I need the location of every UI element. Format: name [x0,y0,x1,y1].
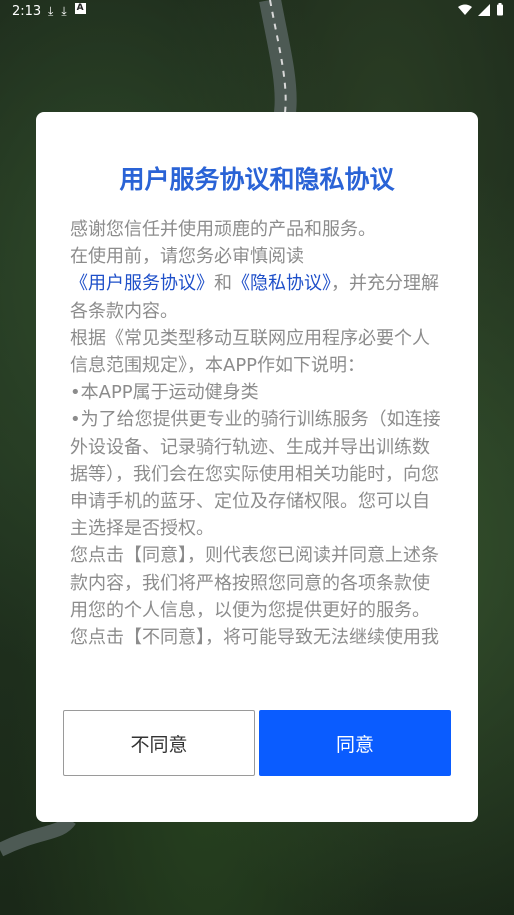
battery-icon [497,3,503,16]
bullet-text: 为了给您提供更专业的骑行训练服务（如连接外设设备、记录骑行轨迹、生成并导出训练数… [70,409,441,540]
dialog-title: 用户服务协议和隐私协议 [119,165,395,194]
agreement-text[interactable]: 感谢您信任并使用顽鹿的产品和服务。 在使用前，请您务必审慎阅读《用户服务协议》和… [70,216,446,652]
bullet-marker: • [70,382,81,404]
signal-icon [478,3,490,16]
read-notice-prefix: 在使用前，请您务必审慎阅读 [70,246,304,268]
download-icon: ⤓ [48,4,54,18]
regulation-paragraph: 根据《常见类型移动互联网应用程序必要个人信息范围规定》，本APP作如下说明： [70,327,430,377]
notification-icons: ⤓ ⤓ A [48,3,86,19]
privacy-agreement-link[interactable]: 《隐私协议》 [232,273,331,294]
download-icon: ⤓ [61,4,67,18]
status-bar: 2:13 ⤓ ⤓ A [0,0,514,24]
agree-button[interactable]: 同意 [259,710,451,776]
consent-paragraph: 您点击【同意】，则代表您已阅读并同意上述条款内容，我们将严格按照您同意的各项条款… [70,545,439,649]
system-icons [458,3,504,16]
bullet-item-permissions: •为了给您提供更专业的骑行训练服务（如连接外设设备、记录骑行轨迹、生成并导出训练… [70,406,446,542]
read-notice-paragraph: 在使用前，请您务必审慎阅读《用户服务协议》和《隐私协议》，并充分理解各条款内容。 [70,243,446,325]
bullet-text: 本APP属于运动健身类 [80,382,259,404]
bullet-item-category: •本APP属于运动健身类 [70,379,446,406]
status-time: 2:13 [12,4,42,19]
read-notice-and: 和 [214,273,232,295]
bullet-marker: • [70,409,81,431]
disagree-button[interactable]: 不同意 [63,710,255,776]
intro-paragraph: 感谢您信任并使用顽鹿的产品和服务。 [70,219,376,240]
user-service-agreement-link[interactable]: 《用户服务协议》 [70,273,214,294]
keyboard-a-icon: A [74,3,86,14]
wifi-icon [458,4,472,15]
agreement-dialog: 用户服务协议和隐私协议 感谢您信任并使用顽鹿的产品和服务。 在使用前，请您务必审… [36,112,478,822]
